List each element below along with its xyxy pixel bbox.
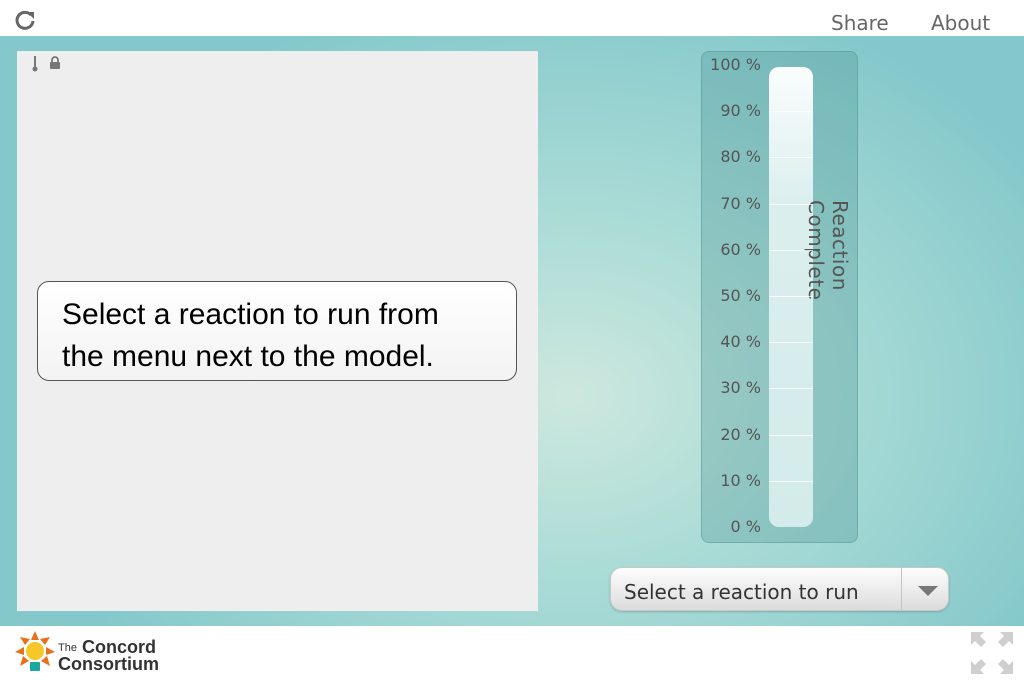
gauge-tick-line (769, 388, 813, 389)
brand-consortium: Consortium (58, 654, 159, 674)
gauge-tick-line (769, 204, 813, 205)
gauge-tick-label: 50 % (720, 286, 761, 305)
gauge-tick-label: 90 % (720, 101, 761, 121)
gauge-tick-label: 40 % (720, 332, 761, 352)
gauge-tick-label: 70 % (720, 193, 761, 213)
gauge-tick-label: 20 % (720, 424, 761, 444)
gauge-tick-line (769, 111, 813, 112)
share-link[interactable]: Share (831, 11, 889, 35)
chevron-down-icon[interactable] (918, 586, 938, 596)
thermometer-icon[interactable] (31, 56, 39, 72)
gauge-tick-line (769, 435, 813, 436)
message-line-1: Select a reaction to run from (62, 298, 439, 331)
gauge-tick-label: 80 % (720, 147, 761, 167)
gauge-tick-line (769, 250, 813, 251)
about-link[interactable]: About (931, 11, 990, 35)
gauge-tick-label: 0 % (730, 517, 761, 536)
concord-logo-icon[interactable] (14, 630, 56, 676)
gauge-title: Reaction Complete (804, 200, 852, 301)
lock-icon[interactable] (48, 56, 62, 70)
top-bar: Share About (0, 0, 1024, 36)
gauge-tick-line (769, 157, 813, 158)
gauge-tick-label: 60 % (720, 239, 761, 259)
message-line-2: the menu next to the model. (62, 340, 434, 373)
reload-icon[interactable] (14, 9, 36, 31)
gauge-tick-label: 30 % (720, 378, 761, 398)
fullscreen-icon[interactable] (971, 632, 1013, 674)
select-divider (901, 568, 902, 610)
gauge-tick-line (769, 481, 813, 482)
gauge-tick-label: 100 % (710, 55, 761, 74)
reaction-select[interactable]: Select a reaction to run (610, 567, 949, 611)
brand-the: The (58, 642, 77, 654)
gauge-tick-line (769, 296, 813, 297)
gauge-tick-line (769, 342, 813, 343)
instruction-message: Select a reaction to run from the menu n… (37, 281, 517, 381)
gauge-tick-label: 10 % (720, 470, 761, 490)
reaction-select-label: Select a reaction to run (624, 580, 859, 604)
